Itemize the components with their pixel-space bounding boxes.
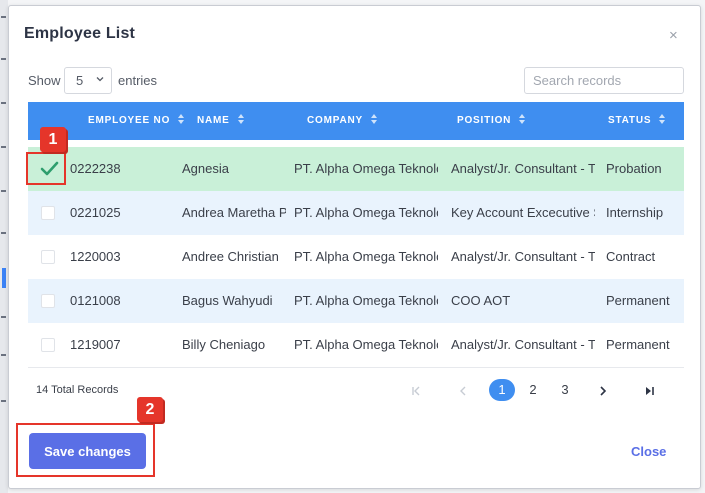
cell-name: Billy Cheniago [182, 337, 266, 352]
annotation-step-2-badge: 2 [137, 397, 163, 422]
cell-position: Analyst/Jr. Consultant - Technical [451, 249, 595, 264]
close-button[interactable]: Close [631, 444, 666, 459]
employee-list-modal: Employee List × Show 5 entries EMPLOYEE … [8, 5, 701, 489]
first-page-button[interactable] [407, 378, 425, 402]
annotation-step-1-badge: 1 [40, 127, 66, 152]
cell-position: Analyst/Jr. Consultant - Technical [451, 161, 595, 176]
table-row[interactable]: 0221025 Andrea Maretha Putri PT. Alpha O… [28, 191, 684, 235]
entries-select-value: 5 [76, 73, 84, 88]
table-bottom-divider [28, 367, 684, 368]
table-row[interactable]: 1220003 Andree Christian PT. Alpha Omega… [28, 235, 684, 279]
chevron-down-icon [96, 77, 104, 82]
cell-name: Andree Christian [182, 249, 279, 264]
cell-position: Key Account Excecutive Sales [451, 205, 595, 220]
cell-employee-no: 0222238 [70, 161, 121, 176]
page-button-3[interactable]: 3 [555, 378, 575, 402]
row-checkbox[interactable] [41, 294, 55, 308]
row-checkbox[interactable] [41, 206, 55, 220]
show-label: Show [28, 73, 61, 88]
first-page-icon [412, 386, 420, 396]
search-input[interactable] [524, 67, 684, 94]
modal-title: Employee List [24, 25, 136, 42]
cell-employee-no: 1219007 [70, 337, 121, 352]
annotation-highlight-save [16, 423, 155, 477]
cell-position: Analyst/Jr. Consultant - Technical [451, 337, 595, 352]
cell-company: PT. Alpha Omega Teknologi [294, 205, 438, 220]
sort-icon [178, 114, 185, 125]
sort-icon [519, 114, 526, 125]
column-header-employee-no[interactable]: EMPLOYEE NO [88, 102, 185, 140]
column-header-position[interactable]: POSITION [457, 102, 526, 140]
sort-icon [237, 114, 244, 125]
cell-name: Bagus Wahyudi [182, 293, 273, 308]
table-row[interactable]: 0121008 Bagus Wahyudi PT. Alpha Omega Te… [28, 279, 684, 323]
cell-company: PT. Alpha Omega Teknologi [294, 293, 438, 308]
cell-position: COO AOT [451, 293, 511, 308]
cell-status: Permanent [606, 337, 670, 352]
row-checkbox[interactable] [41, 250, 55, 264]
next-page-icon [600, 385, 607, 396]
cell-status: Internship [606, 205, 664, 220]
total-records: 14 Total Records [36, 384, 119, 396]
cell-name: Andrea Maretha Putri [182, 205, 286, 220]
annotation-highlight-checkbox [26, 152, 66, 185]
cell-status: Probation [606, 161, 662, 176]
sort-icon [370, 114, 377, 125]
cell-employee-no: 1220003 [70, 249, 121, 264]
cell-company: PT. Alpha Omega Teknologi [294, 337, 438, 352]
table-row[interactable]: 1219007 Billy Cheniago PT. Alpha Omega T… [28, 323, 684, 367]
table-header: EMPLOYEE NO NAME COMPANY POSITION STATUS [28, 102, 684, 140]
entries-label: entries [118, 73, 158, 88]
row-checkbox[interactable] [41, 338, 55, 352]
background-page-edge [0, 0, 8, 493]
page-button-1[interactable]: 1 [489, 379, 515, 401]
cell-employee-no: 0221025 [70, 205, 121, 220]
column-header-name[interactable]: NAME [197, 102, 244, 140]
sort-icon [659, 114, 666, 125]
cell-status: Contract [606, 249, 656, 264]
column-header-status[interactable]: STATUS [608, 102, 666, 140]
prev-page-button[interactable] [454, 378, 472, 402]
cell-status: Permanent [606, 293, 670, 308]
last-page-icon [646, 386, 654, 395]
entries-per-page-select[interactable]: 5 [64, 67, 112, 94]
page-button-2[interactable]: 2 [523, 378, 543, 402]
cell-employee-no: 0121008 [70, 293, 121, 308]
prev-page-icon [460, 386, 466, 396]
next-page-button[interactable] [594, 378, 612, 402]
cell-company: PT. Alpha Omega Teknologi [294, 249, 438, 264]
last-page-button[interactable] [641, 378, 659, 402]
table-row[interactable]: 0222238 Agnesia PT. Alpha Omega Teknolog… [28, 147, 684, 191]
cell-name: Agnesia [182, 161, 229, 176]
column-header-company[interactable]: COMPANY [307, 102, 377, 140]
close-icon[interactable]: × [669, 28, 678, 43]
cell-company: PT. Alpha Omega Teknologi [294, 161, 438, 176]
employee-table: EMPLOYEE NO NAME COMPANY POSITION STATUS [28, 102, 684, 369]
